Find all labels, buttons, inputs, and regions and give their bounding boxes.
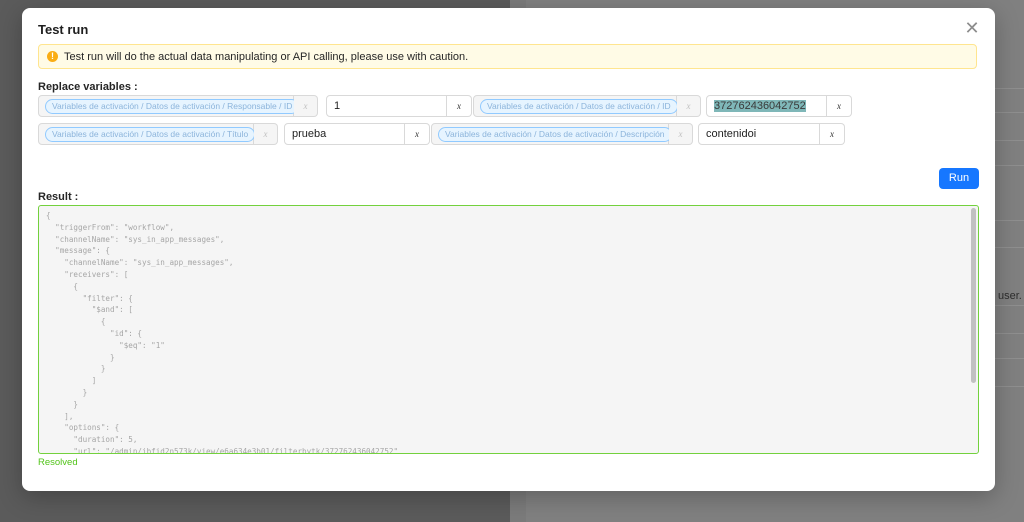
variable-row: Variables de activación / Datos de activ… (473, 95, 701, 117)
variable-row: Variables de activación / Datos de activ… (38, 123, 278, 145)
variable-tag: Variables de activación / Datos de activ… (45, 126, 256, 142)
warning-icon: ! (47, 51, 58, 62)
variable-suffix: x (669, 123, 693, 145)
variable-label: Variables de activación / Datos de activ… (38, 123, 256, 145)
variable-value-input[interactable]: 372762436042752 (706, 95, 827, 117)
value-row: prueba x (284, 123, 430, 145)
background-partial-text: user. (998, 290, 1022, 302)
scrollbar-thumb[interactable] (971, 208, 976, 383)
background-divider (995, 112, 1024, 113)
variable-value-input[interactable]: prueba (284, 123, 405, 145)
background-divider (995, 247, 1024, 248)
value-row: 372762436042752 x (706, 95, 852, 117)
run-button[interactable]: Run (939, 168, 979, 189)
clear-value-button[interactable]: x (405, 123, 430, 145)
value-row: 1 x (326, 95, 472, 117)
modal-title: Test run (38, 22, 89, 37)
value-row: contenidoi x (698, 123, 845, 145)
background-divider (995, 305, 1024, 306)
alert-text: Test run will do the actual data manipul… (64, 50, 469, 63)
result-code: { "triggerFrom": "workflow", "channelNam… (46, 211, 399, 454)
variable-label: Variables de activación / Datos de activ… (473, 95, 678, 117)
background-divider (995, 358, 1024, 359)
selected-value-text: 372762436042752 (714, 100, 806, 112)
variable-label: Variables de activación / Datos de activ… (38, 95, 300, 117)
result-label: Result : (38, 191, 79, 203)
variable-row: Variables de activación / Datos de activ… (431, 123, 693, 145)
variable-suffix: x (254, 123, 278, 145)
variable-suffix: x (294, 95, 318, 117)
background-divider (995, 333, 1024, 334)
close-icon[interactable]: ✕ (961, 18, 983, 40)
clear-value-button[interactable]: x (820, 123, 845, 145)
variable-suffix: x (677, 95, 701, 117)
background-divider (995, 165, 1024, 166)
clear-value-button[interactable]: x (827, 95, 852, 117)
variable-value-input[interactable]: contenidoi (698, 123, 820, 145)
variable-label: Variables de activación / Datos de activ… (431, 123, 672, 145)
variable-tag: Variables de activación / Datos de activ… (480, 98, 678, 114)
variable-row: Variables de activación / Datos de activ… (38, 95, 318, 117)
background-divider (995, 88, 1024, 89)
result-status: Resolved (38, 457, 78, 468)
background-divider (995, 386, 1024, 387)
clear-value-button[interactable]: x (447, 95, 472, 117)
variable-tag: Variables de activación / Datos de activ… (45, 98, 300, 114)
variable-tag: Variables de activación / Datos de activ… (438, 126, 672, 142)
replace-variables-label: Replace variables : (38, 81, 138, 93)
background-divider (995, 140, 1024, 141)
test-run-modal: Test run ✕ ! Test run will do the actual… (22, 8, 995, 491)
result-textarea[interactable]: { "triggerFrom": "workflow", "channelNam… (38, 205, 979, 454)
warning-alert: ! Test run will do the actual data manip… (38, 44, 977, 69)
variable-value-input[interactable]: 1 (326, 95, 447, 117)
background-divider (995, 220, 1024, 221)
